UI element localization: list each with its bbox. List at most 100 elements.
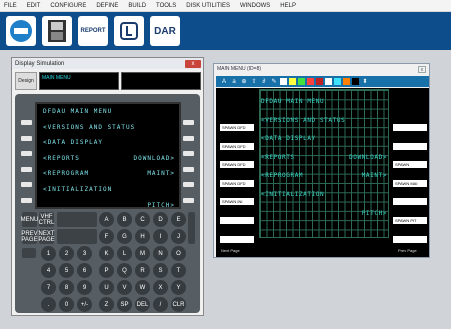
- line-select-key[interactable]: [21, 120, 32, 125]
- editor-line[interactable]: <INITIALIZATION: [259, 191, 389, 198]
- next-page-label[interactable]: Next Page: [221, 248, 240, 253]
- spawn-left-field[interactable]: SPAWN DFD: [220, 142, 254, 150]
- spawn-right-field[interactable]: SPAWN PIT: [393, 217, 427, 224]
- blank-key[interactable]: [57, 229, 97, 244]
- editor-line[interactable]: <DATA DISPLAY: [259, 135, 389, 142]
- editor-line[interactable]: <REPROGRAM MAINT>: [259, 172, 389, 179]
- menu-build[interactable]: BUILD: [128, 3, 146, 9]
- text-icon[interactable]: A: [220, 79, 228, 85]
- report-button[interactable]: REPORT: [78, 16, 108, 46]
- link-icon[interactable]: ∂: [260, 79, 268, 85]
- letter-key[interactable]: Q: [117, 263, 132, 278]
- letter-key[interactable]: Z: [99, 297, 114, 312]
- digit-key[interactable]: 0: [59, 297, 74, 312]
- letter-key[interactable]: O: [171, 246, 186, 261]
- spawn-right-field[interactable]: [393, 235, 427, 243]
- letter-key[interactable]: SP: [117, 297, 132, 312]
- letter-key[interactable]: C: [135, 212, 150, 227]
- spawn-right-field[interactable]: SPAWN MAI: [393, 179, 427, 187]
- blank-key[interactable]: [57, 212, 97, 227]
- line-select-key[interactable]: [21, 166, 32, 172]
- letter-key[interactable]: A: [99, 212, 114, 227]
- line-select-key[interactable]: [183, 197, 194, 203]
- color-swatch[interactable]: [334, 78, 341, 85]
- menu-define[interactable]: DEFINE: [96, 3, 118, 9]
- letter-key[interactable]: G: [117, 229, 132, 244]
- line-select-key[interactable]: [183, 135, 194, 141]
- letter-key[interactable]: U: [99, 280, 114, 295]
- vhf-ctrl-key[interactable]: VHF CTRL: [39, 212, 54, 227]
- paint-icon[interactable]: ✎: [270, 78, 278, 85]
- menu-key[interactable]: MENU: [21, 212, 38, 227]
- settings-disc-button[interactable]: [6, 16, 36, 46]
- menu-configure[interactable]: CONFIGURE: [50, 3, 86, 9]
- color-swatch[interactable]: [298, 78, 305, 85]
- digit-key[interactable]: 8: [59, 280, 74, 295]
- color-swatch[interactable]: [307, 78, 314, 85]
- letter-key[interactable]: D: [153, 212, 168, 227]
- spawn-left-field[interactable]: [220, 217, 254, 224]
- next-page-key[interactable]: NEXT PAGE: [38, 229, 55, 244]
- editor-close-button[interactable]: x: [418, 65, 426, 73]
- letter-key[interactable]: H: [135, 229, 150, 244]
- menu-help[interactable]: HELP: [280, 3, 296, 9]
- menu-windows[interactable]: WINDOWS: [240, 3, 270, 9]
- letter-key[interactable]: K: [99, 246, 114, 261]
- spawn-right-field[interactable]: [393, 198, 427, 206]
- letter-key[interactable]: F: [99, 229, 114, 244]
- digit-key[interactable]: 3: [77, 246, 92, 261]
- letter-key[interactable]: V: [117, 280, 132, 295]
- letter-key[interactable]: T: [171, 263, 186, 278]
- color-swatch[interactable]: [280, 78, 287, 85]
- spawn-left-field[interactable]: SPAWN DFD: [220, 124, 254, 131]
- color-swatch[interactable]: [325, 78, 332, 85]
- line-select-key[interactable]: [183, 166, 194, 172]
- close-button[interactable]: x: [185, 59, 201, 68]
- color-swatch[interactable]: [343, 78, 350, 85]
- color-swatch[interactable]: [316, 78, 323, 85]
- letter-key[interactable]: /: [153, 297, 168, 312]
- letter-key[interactable]: S: [153, 263, 168, 278]
- letter-key[interactable]: E: [171, 212, 186, 227]
- up-arrow-icon[interactable]: ⇧: [250, 78, 258, 85]
- prev-page-key[interactable]: PREV PAGE: [21, 229, 38, 244]
- digit-key[interactable]: 5: [59, 263, 74, 278]
- digit-key[interactable]: .: [41, 297, 56, 312]
- spawn-left-field[interactable]: [220, 235, 254, 243]
- prev-page-label[interactable]: Prev Page: [398, 248, 417, 253]
- letter-key[interactable]: L: [117, 246, 132, 261]
- line-select-key[interactable]: [183, 182, 194, 187]
- color-swatch[interactable]: [289, 78, 296, 85]
- spawn-left-field[interactable]: SPAWN INI: [220, 198, 254, 206]
- letter-key[interactable]: Y: [171, 280, 186, 295]
- editor-line[interactable]: <VERSIONS AND STATUS: [259, 117, 389, 124]
- spawn-right-field[interactable]: [393, 124, 427, 131]
- spawn-left-field[interactable]: SPAWN DFD: [220, 179, 254, 187]
- letter-key[interactable]: X: [153, 280, 168, 295]
- letter-key[interactable]: B: [117, 212, 132, 227]
- digit-key[interactable]: 6: [77, 263, 92, 278]
- letter-key[interactable]: R: [135, 263, 150, 278]
- spawn-left-field[interactable]: SPAWN DFD: [220, 161, 254, 169]
- digit-key[interactable]: 7: [41, 280, 56, 295]
- cdu-button[interactable]: [42, 16, 72, 46]
- target-icon[interactable]: ⊕: [240, 78, 248, 85]
- small-text-icon[interactable]: a: [230, 79, 238, 85]
- letter-key[interactable]: M: [135, 246, 150, 261]
- digit-key[interactable]: 2: [59, 246, 74, 261]
- letter-key[interactable]: P: [99, 263, 114, 278]
- line-select-key[interactable]: [183, 120, 194, 125]
- spawn-right-field[interactable]: [393, 142, 427, 150]
- touch-button[interactable]: [114, 16, 144, 46]
- digit-key[interactable]: 9: [77, 280, 92, 295]
- spawn-right-field[interactable]: SPAWN: [393, 161, 427, 169]
- editor-line[interactable]: <REPORTS DOWNLOAD>: [259, 154, 389, 161]
- line-select-key[interactable]: [21, 135, 32, 141]
- menu-tools[interactable]: TOOLS: [156, 3, 176, 9]
- line-select-key[interactable]: [21, 182, 32, 187]
- menu-file[interactable]: FILE: [4, 3, 17, 9]
- letter-key[interactable]: DEL: [135, 297, 150, 312]
- editor-line[interactable]: PITCH>: [259, 210, 389, 217]
- digit-key[interactable]: +/-: [77, 297, 92, 312]
- dar-button[interactable]: DAR: [150, 16, 180, 46]
